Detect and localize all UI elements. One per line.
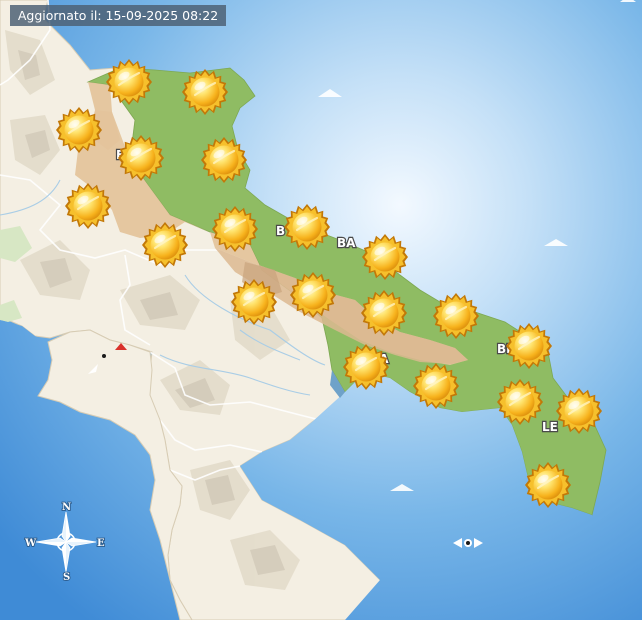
compass-north-label: N: [62, 502, 71, 513]
sunny-icon[interactable]: [282, 202, 332, 252]
city-dot-icon: [102, 354, 106, 358]
sunny-icon[interactable]: [210, 204, 260, 254]
sunny-icon[interactable]: [504, 321, 554, 371]
province-label-bari: BA: [337, 236, 356, 250]
sunny-icon[interactable]: [523, 460, 573, 510]
sunny-icon[interactable]: [495, 377, 545, 427]
province-label-bat: B: [276, 224, 285, 238]
sunny-icon[interactable]: [554, 386, 604, 436]
sunny-icon[interactable]: [341, 342, 391, 392]
weather-map: F B BA TA BR LE: [0, 0, 642, 620]
map-canvas: F B BA TA BR LE: [0, 0, 642, 620]
compass-east-label: E: [97, 538, 105, 549]
compass-south-label: S: [63, 572, 70, 583]
sunny-icon[interactable]: [140, 220, 190, 270]
sunny-icon[interactable]: [359, 288, 409, 338]
sunny-icon[interactable]: [63, 181, 113, 231]
sunny-icon[interactable]: [54, 105, 104, 155]
sunny-icon[interactable]: [199, 135, 249, 185]
sunny-icon[interactable]: [104, 57, 154, 107]
province-label-lecce: LE: [542, 420, 558, 434]
sunny-icon[interactable]: [411, 361, 461, 411]
sunny-icon[interactable]: [116, 133, 166, 183]
updated-timestamp: Aggiornato il: 15-09-2025 08:22: [10, 5, 226, 26]
compass-west-label: W: [24, 538, 37, 549]
sunny-icon[interactable]: [229, 277, 279, 327]
sunny-icon[interactable]: [288, 270, 338, 320]
sunny-icon[interactable]: [180, 67, 230, 117]
sunny-icon[interactable]: [360, 232, 410, 282]
sunny-icon[interactable]: [431, 291, 481, 341]
